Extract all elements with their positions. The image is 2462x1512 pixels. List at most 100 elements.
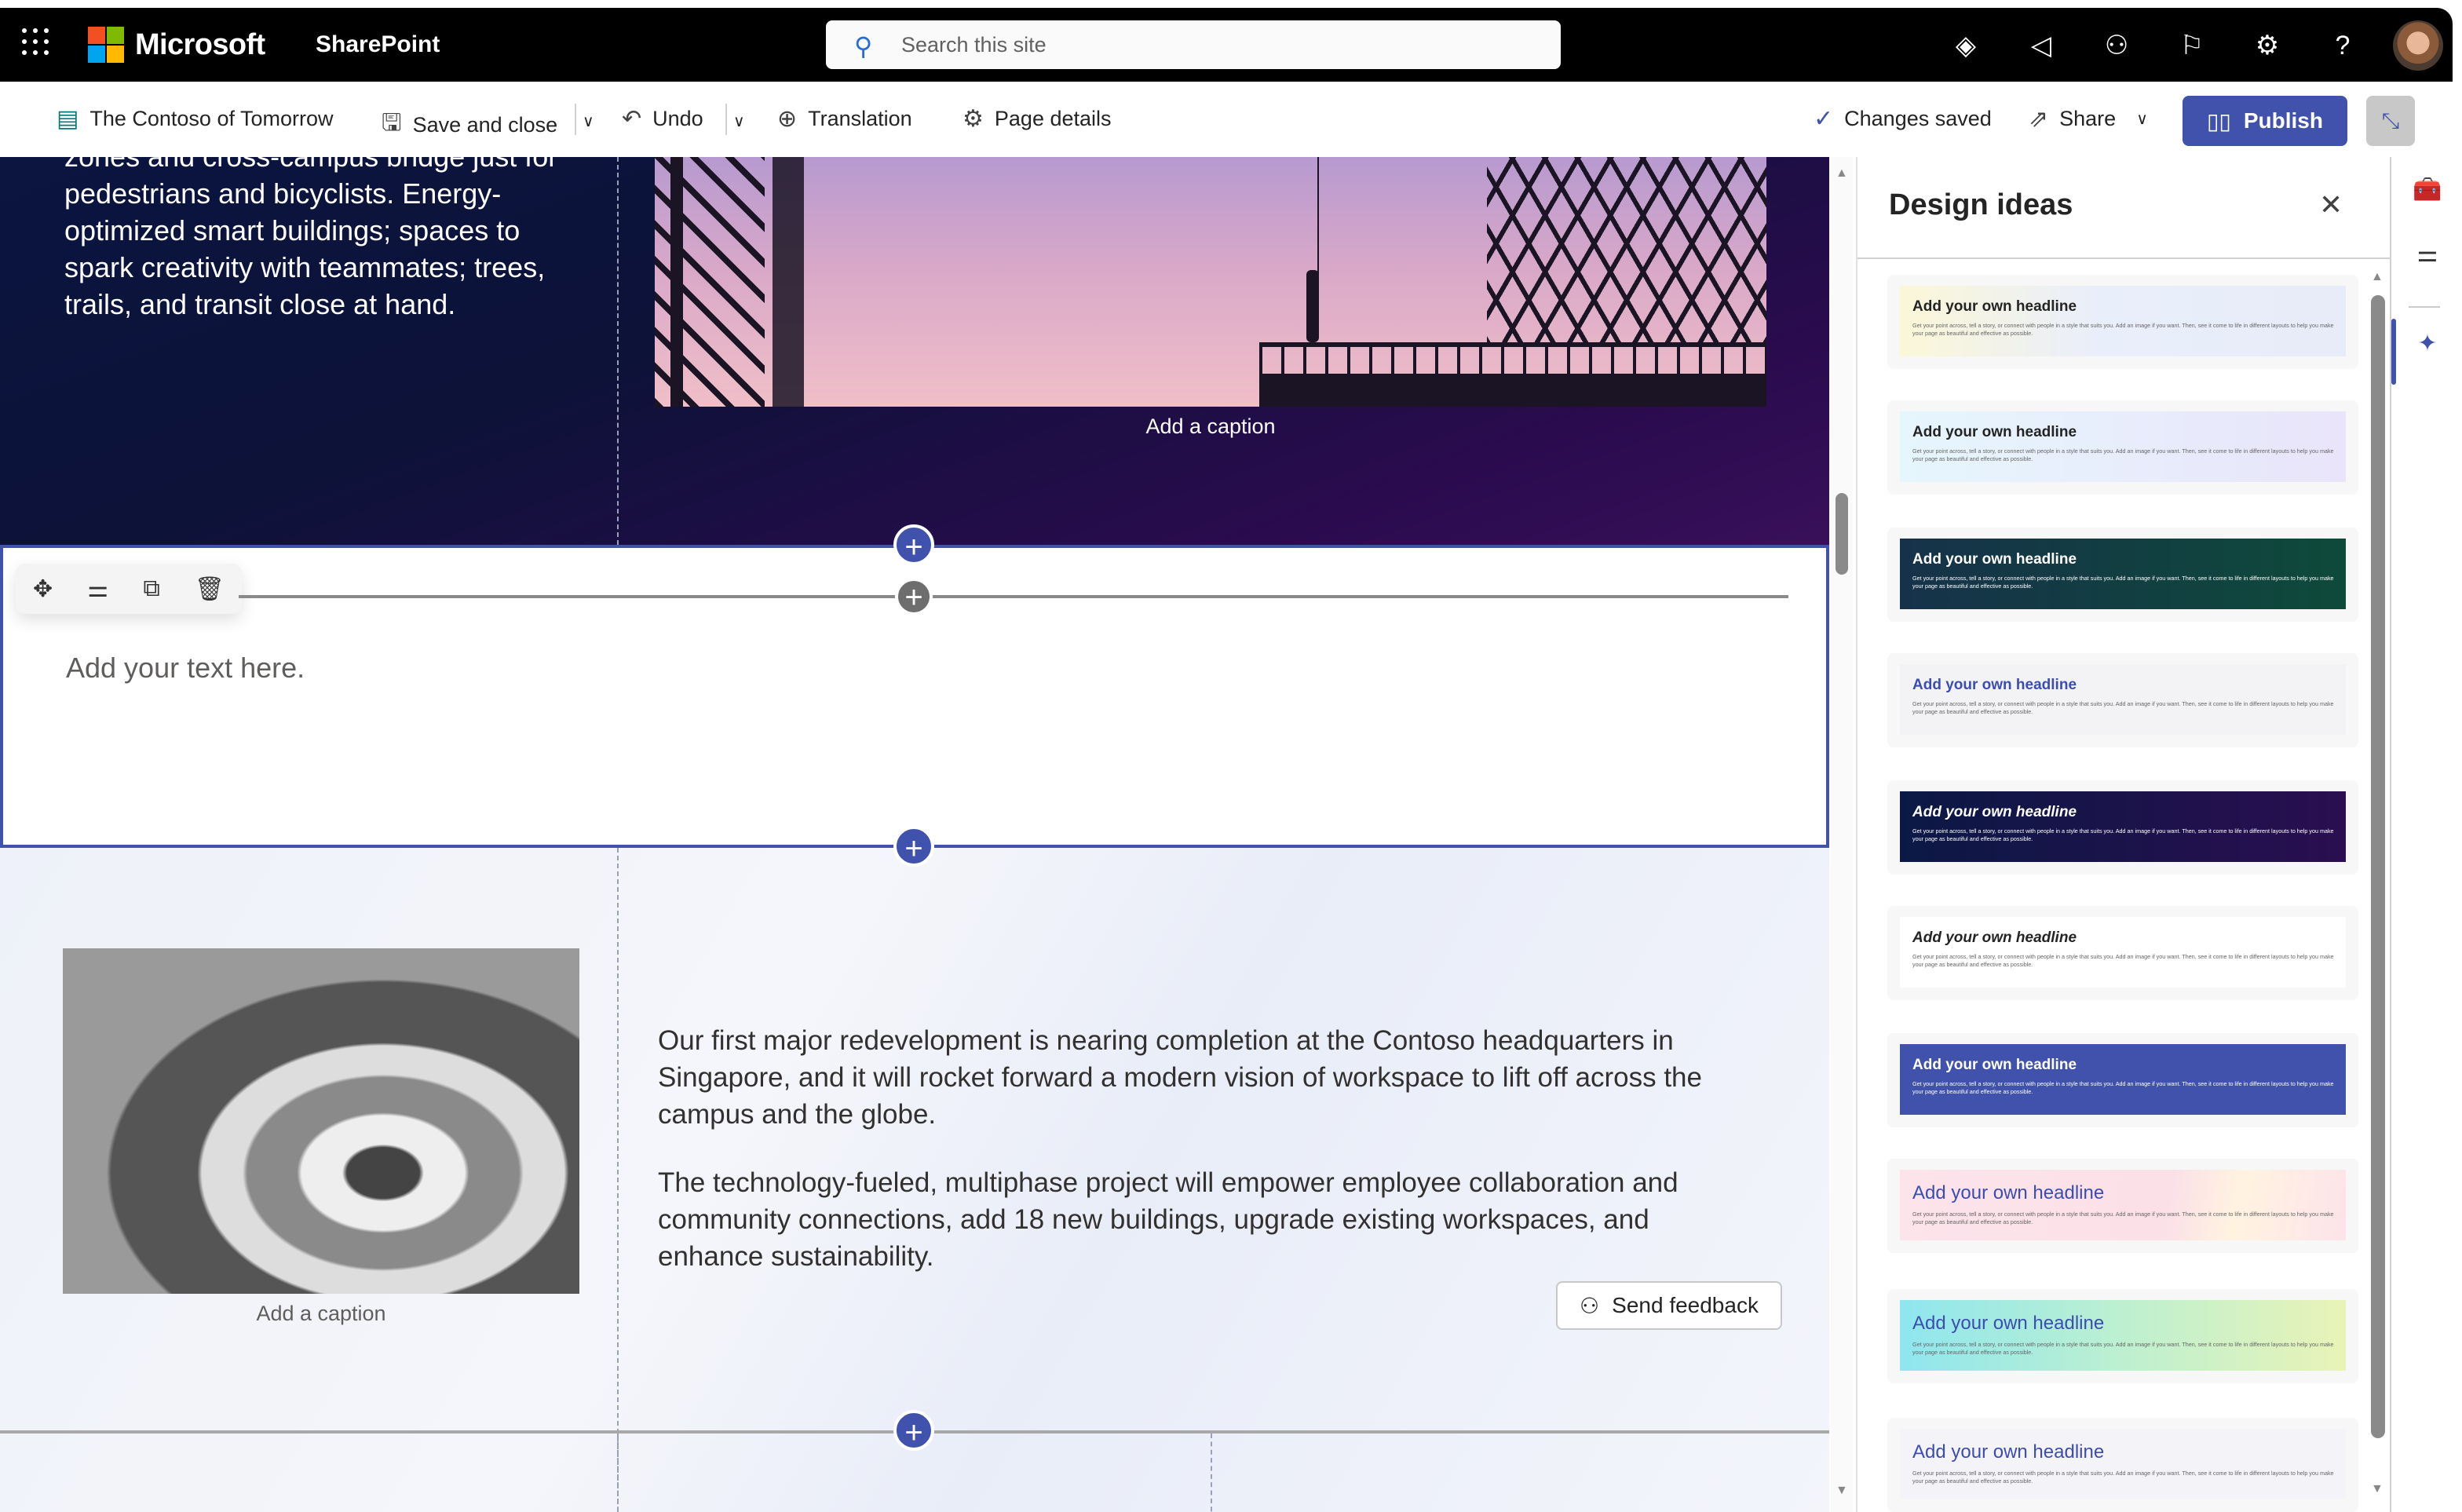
- card-headline: Add your own headline: [1912, 1441, 2105, 1463]
- undo-button[interactable]: ↶ Undo: [622, 105, 703, 133]
- design-idea-card[interactable]: Add your own headline Get your point acro…: [1887, 400, 2358, 495]
- publish-button[interactable]: ▯▯ Publish: [2183, 96, 2347, 146]
- section-text[interactable]: zones and cross-campus bridge just for p…: [64, 157, 583, 323]
- canvas-scrollbar[interactable]: ▲ ▼: [1831, 157, 1853, 1512]
- design-idea-card[interactable]: Add your own headline Get your point acro…: [1887, 1159, 2358, 1253]
- microsoft-logo: [88, 27, 124, 63]
- divider: [725, 104, 727, 135]
- spiral-staircase-image[interactable]: [63, 948, 579, 1294]
- save-dropdown-chevron-icon[interactable]: ∨: [583, 111, 594, 131]
- card-headline: Add your own headline: [1912, 1182, 2105, 1203]
- copilot-icon[interactable]: ◈: [1947, 27, 1985, 64]
- close-icon[interactable]: ✕: [2319, 188, 2343, 221]
- card-body: Get your point across, tell a story, or …: [1912, 827, 2334, 842]
- design-idea-card[interactable]: Add your own headline Get your point acro…: [1887, 1418, 2358, 1512]
- section-toolbar: ✥ ⚌ ⧉ 🗑: [16, 564, 242, 614]
- settings-sliders-icon[interactable]: ⚌: [87, 575, 108, 603]
- page-name[interactable]: ▤ The Contoso of Tomorrow: [57, 105, 334, 133]
- scroll-thumb[interactable]: [1836, 493, 1848, 575]
- panel-title: Design ideas: [1889, 188, 2073, 221]
- scroll-down-icon[interactable]: ▼: [1836, 1484, 1848, 1498]
- toolbox-icon[interactable]: 🧰: [2410, 176, 2445, 203]
- design-idea-card[interactable]: Add your own headline Get your point acro…: [1887, 906, 2358, 1000]
- card-body: Get your point across, tell a story, or …: [1912, 322, 2334, 337]
- gear-icon: ⚙: [963, 106, 984, 132]
- app-launcher-icon[interactable]: [22, 28, 50, 57]
- column-divider: [1211, 1433, 1212, 1512]
- paragraph: The technology-fueled, multiphase projec…: [658, 1167, 1678, 1272]
- column-divider: [617, 848, 619, 1512]
- section-selected[interactable]: ✥ ⚌ ⧉ 🗑 + Add your text here.: [0, 545, 1829, 848]
- card-body: Get your point across, tell a story, or …: [1912, 447, 2334, 462]
- card-headline: Add your own headline: [1912, 677, 2077, 693]
- publish-label: Publish: [2243, 108, 2323, 133]
- add-section-button[interactable]: +: [893, 1410, 934, 1451]
- search-icon: ⚲: [854, 32, 873, 60]
- send-feedback-button[interactable]: ⚇ Send feedback: [1556, 1281, 1782, 1330]
- section-hero[interactable]: zones and cross-campus bridge just for p…: [0, 157, 1829, 545]
- save-close-button[interactable]: 🖫 Save and close: [382, 105, 557, 145]
- sharepoint-page-icon: ▤: [57, 106, 79, 132]
- card-headline: Add your own headline: [1912, 1313, 2105, 1334]
- translation-button[interactable]: ⊕ Translation: [777, 105, 912, 133]
- undo-label: Undo: [652, 107, 703, 130]
- text-placeholder[interactable]: Add your text here.: [66, 652, 305, 685]
- design-idea-card[interactable]: Add your own headline Get your point acro…: [1887, 528, 2358, 622]
- search-input[interactable]: ⚲ Search this site: [826, 20, 1561, 69]
- scroll-thumb[interactable]: [2371, 295, 2385, 1438]
- gear-icon[interactable]: ⚙: [2248, 27, 2286, 64]
- design-ideas-panel: Design ideas ✕ Add your own headline Get …: [1856, 157, 2391, 1512]
- collapse-icon[interactable]: ⤡: [2366, 96, 2415, 146]
- page-name-label: The Contoso of Tomorrow: [89, 107, 334, 130]
- card-headline: Add your own headline: [1912, 551, 2077, 568]
- design-idea-card[interactable]: Add your own headline Get your point acro…: [1887, 1289, 2358, 1383]
- image-caption[interactable]: Add a caption: [655, 415, 1766, 439]
- construction-image[interactable]: [655, 157, 1766, 407]
- settings-sliders-icon[interactable]: ⚌: [2410, 240, 2445, 268]
- design-idea-card[interactable]: Add your own headline Get your point acro…: [1887, 653, 2358, 747]
- card-headline: Add your own headline: [1912, 1057, 2077, 1073]
- add-webpart-button[interactable]: +: [895, 578, 933, 615]
- add-section-button[interactable]: +: [893, 524, 934, 565]
- design-idea-card[interactable]: Add your own headline Get your point acro…: [1887, 275, 2358, 369]
- image-caption[interactable]: Add a caption: [63, 1302, 579, 1326]
- search-placeholder: Search this site: [901, 33, 1047, 57]
- section-text[interactable]: Our first major redevelopment is nearing…: [658, 1022, 1757, 1306]
- help-icon[interactable]: ?: [2324, 27, 2362, 64]
- add-section-button[interactable]: +: [893, 826, 934, 867]
- paragraph: Our first major redevelopment is nearing…: [658, 1025, 1702, 1130]
- share-label: Share: [2059, 107, 2117, 130]
- divider: [1857, 257, 2391, 259]
- command-bar: ▤ The Contoso of Tomorrow 🖫 Save and close…: [0, 82, 2453, 157]
- sparkle-design-ideas-icon[interactable]: ✦: [2410, 330, 2445, 357]
- undo-dropdown-chevron-icon[interactable]: ∨: [733, 111, 745, 131]
- undo-icon: ↶: [622, 106, 642, 132]
- flag-icon[interactable]: ⚐: [2173, 27, 2211, 64]
- checkmark-icon: ✓: [1814, 106, 1834, 132]
- card-body: Get your point across, tell a story, or …: [1912, 575, 2334, 590]
- page-details-label: Page details: [994, 107, 1112, 130]
- save-close-label: Save and close: [412, 113, 558, 137]
- card-body: Get your point across, tell a story, or …: [1912, 1470, 2334, 1485]
- share-button[interactable]: ⇗ Share ∨: [2029, 105, 2148, 133]
- people-chat-icon[interactable]: ⚇: [2098, 27, 2135, 64]
- scroll-down-icon[interactable]: ▼: [2371, 1482, 2383, 1496]
- delete-icon[interactable]: 🗑: [195, 575, 225, 603]
- design-idea-card[interactable]: Add your own headline Get your point acro…: [1887, 1033, 2358, 1127]
- chevron-down-icon: ∨: [2136, 111, 2148, 128]
- megaphone-icon[interactable]: ◁: [2022, 27, 2060, 64]
- panel-scrollbar[interactable]: ▲ ▼: [2369, 270, 2388, 1512]
- translation-label: Translation: [808, 107, 912, 130]
- scroll-up-icon[interactable]: ▲: [2371, 270, 2383, 284]
- duplicate-icon[interactable]: ⧉: [143, 575, 159, 602]
- send-feedback-label: Send feedback: [1612, 1293, 1759, 1317]
- right-rail: 🧰 ⚌ ✦: [2390, 157, 2462, 1512]
- app-name[interactable]: SharePoint: [316, 31, 440, 58]
- move-icon[interactable]: ✥: [33, 575, 53, 603]
- avatar[interactable]: [2393, 20, 2443, 71]
- page-details-button[interactable]: ⚙ Page details: [963, 105, 1112, 133]
- save-status-label: Changes saved: [1844, 107, 1992, 130]
- design-idea-card[interactable]: Add your own headline Get your point acro…: [1887, 780, 2358, 875]
- card-headline: Add your own headline: [1912, 298, 2077, 315]
- scroll-up-icon[interactable]: ▲: [1836, 166, 1848, 181]
